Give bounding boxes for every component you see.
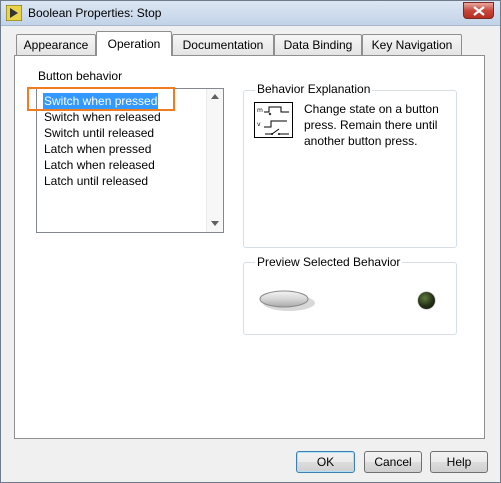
button-behavior-label: Button behavior (38, 69, 123, 83)
svg-text:m: m (257, 107, 263, 114)
behavior-explanation-text: Change state on a button press. Remain t… (304, 102, 439, 148)
labview-vi-icon (6, 5, 22, 21)
list-item-latch-until-released[interactable]: Latch until released (43, 173, 149, 189)
preview-boolean-button[interactable] (258, 288, 316, 312)
list-item-switch-when-released[interactable]: Switch when released (43, 109, 162, 125)
title-bar[interactable]: Boolean Properties: Stop (1, 1, 500, 26)
window-title: Boolean Properties: Stop (28, 6, 162, 20)
switch-timing-diagram-graphic: m v (257, 106, 289, 135)
preview-led-indicator (418, 292, 435, 309)
selection-highlight-outline (27, 87, 175, 111)
tab-appearance[interactable]: Appearance (16, 34, 96, 56)
list-item-latch-when-released[interactable]: Latch when released (43, 157, 156, 173)
help-button[interactable]: Help (430, 451, 488, 473)
tab-data-binding[interactable]: Data Binding (274, 34, 362, 56)
cancel-button[interactable]: Cancel (364, 451, 422, 473)
close-window-button[interactable] (463, 2, 494, 19)
tab-operation[interactable]: Operation (96, 31, 172, 56)
ok-button[interactable]: OK (296, 451, 355, 473)
tab-key-navigation[interactable]: Key Navigation (362, 34, 462, 56)
preview-behavior-title: Preview Selected Behavior (255, 255, 403, 269)
svg-text:v: v (257, 121, 261, 128)
scroll-down-arrow-icon[interactable] (211, 221, 219, 226)
close-icon (473, 6, 485, 16)
switch-timing-diagram-icon: m v (254, 102, 293, 138)
tab-documentation[interactable]: Documentation (172, 34, 274, 56)
listbox-scrollbar[interactable] (206, 89, 223, 232)
list-item-switch-until-released[interactable]: Switch until released (43, 125, 155, 141)
scroll-up-arrow-icon[interactable] (211, 94, 219, 99)
behavior-explanation-title: Behavior Explanation (255, 82, 373, 96)
list-item-latch-when-pressed[interactable]: Latch when pressed (43, 141, 152, 157)
